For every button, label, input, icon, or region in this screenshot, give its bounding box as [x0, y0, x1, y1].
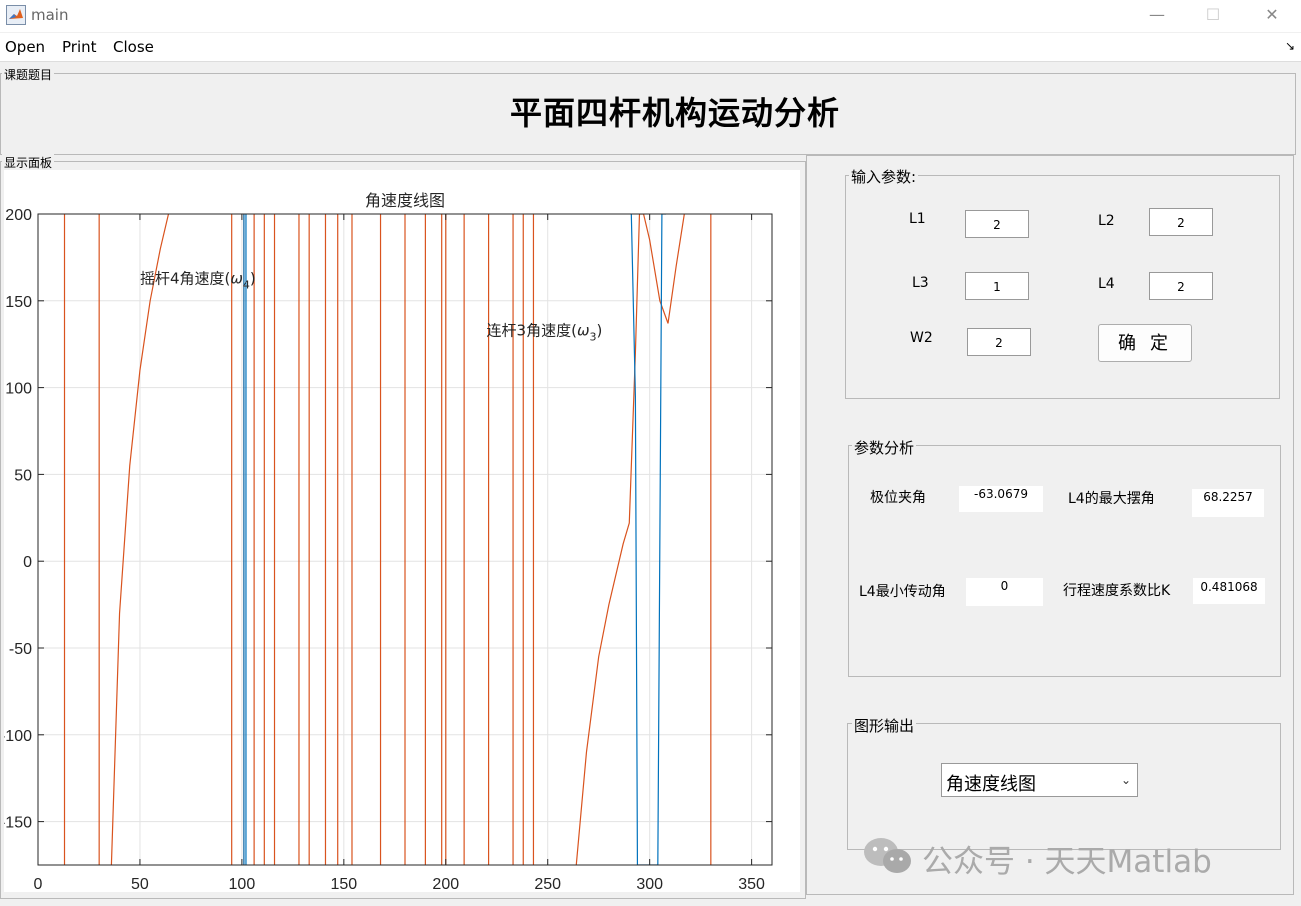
l3-input[interactable]: 1 [965, 272, 1029, 300]
y-tick-label: -100 [4, 728, 32, 745]
menu-close[interactable]: Close [113, 38, 154, 56]
y-tick-label: 50 [14, 467, 32, 484]
y-tick-label: 150 [5, 294, 32, 311]
l1-label: L1 [909, 211, 926, 227]
input-panel-label: 输入参数: [849, 166, 919, 187]
plot-area: 0 50 100 150 200 250 300 350 -150 -100 -50 0 50 100 15… [4, 170, 800, 892]
graph-type-selected: 角速度线图 [946, 774, 1036, 795]
x-tick-label: 50 [131, 876, 149, 892]
matlab-app-icon [6, 5, 26, 25]
speed-ratio-value: 0.481068 [1193, 578, 1265, 604]
analysis-panel [848, 445, 1281, 677]
output-panel-label: 图形输出 [852, 715, 917, 736]
window-title: main [31, 6, 69, 24]
menu-print[interactable]: Print [62, 38, 97, 56]
w2-input[interactable]: 2 [967, 328, 1031, 356]
extreme-angle-value: -63.0679 [959, 486, 1043, 512]
l4-label: L4 [1098, 276, 1115, 292]
window-titlebar: main — ☐ ✕ [0, 0, 1301, 32]
chart-annotation: 连杆3角速度(ω3) [487, 322, 603, 344]
chart-title: 角速度线图 [365, 191, 445, 210]
min-transmission-label: L4最小传动角 [859, 584, 946, 600]
extreme-angle-label: 极位夹角 [870, 490, 926, 506]
series-line [575, 214, 685, 865]
y-tick-label: -150 [4, 815, 32, 832]
close-icon[interactable]: ✕ [1248, 0, 1296, 32]
min-transmission-value: 0 [966, 578, 1043, 606]
x-tick-label: 250 [534, 876, 561, 892]
page-title: 平面四杆机构运动分析 [509, 94, 840, 132]
menu-open[interactable]: Open [5, 38, 45, 56]
l3-label: L3 [912, 275, 929, 291]
maximize-icon[interactable]: ☐ [1189, 0, 1237, 32]
graph-type-select[interactable]: 角速度线图 ⌄ [941, 763, 1138, 797]
y-tick-label: 200 [5, 207, 32, 224]
display-panel-label: 显示面板 [2, 154, 55, 171]
l4-input[interactable]: 2 [1149, 272, 1213, 300]
confirm-button[interactable]: 确定 [1098, 324, 1192, 362]
series-group [63, 214, 712, 865]
analysis-panel-label: 参数分析 [852, 437, 917, 458]
x-tick-label: 200 [432, 876, 459, 892]
menu-bar: Open Print Close ↘ [0, 33, 1301, 62]
y-tick-label: 100 [5, 381, 32, 398]
speed-ratio-label: 行程速度系数比K [1063, 583, 1171, 599]
x-tick-label: 100 [229, 876, 256, 892]
input-panel [845, 175, 1280, 399]
l2-input[interactable]: 2 [1149, 208, 1213, 236]
y-tick-label: -50 [9, 641, 32, 658]
chevron-down-icon: ⌄ [1120, 773, 1131, 787]
chart-annotation: 摇杆4角速度(ω4) [140, 269, 256, 291]
x-tick-label: 150 [330, 876, 357, 892]
minimize-icon[interactable]: — [1133, 0, 1181, 32]
title-panel-label: 课题题目 [2, 66, 55, 83]
x-tick-label: 300 [636, 876, 663, 892]
x-tick-label: 0 [34, 876, 43, 892]
y-tick-label: 0 [23, 554, 32, 571]
angular-velocity-chart[interactable]: 0 50 100 150 200 250 300 350 -150 -100 -50 0 50 100 15… [4, 170, 800, 892]
x-tick-label: 350 [738, 876, 765, 892]
wechat-icon [864, 838, 911, 873]
l2-label: L2 [1098, 213, 1115, 229]
max-swing-label: L4的最大摆角 [1068, 491, 1155, 507]
max-swing-value: 68.2257 [1192, 489, 1264, 517]
dock-icon[interactable]: ↘ [1285, 39, 1295, 53]
w2-label: W2 [910, 330, 933, 346]
l1-input[interactable]: 2 [965, 210, 1029, 238]
watermark-text: 公众号 · 天天Matlab [922, 844, 1212, 880]
